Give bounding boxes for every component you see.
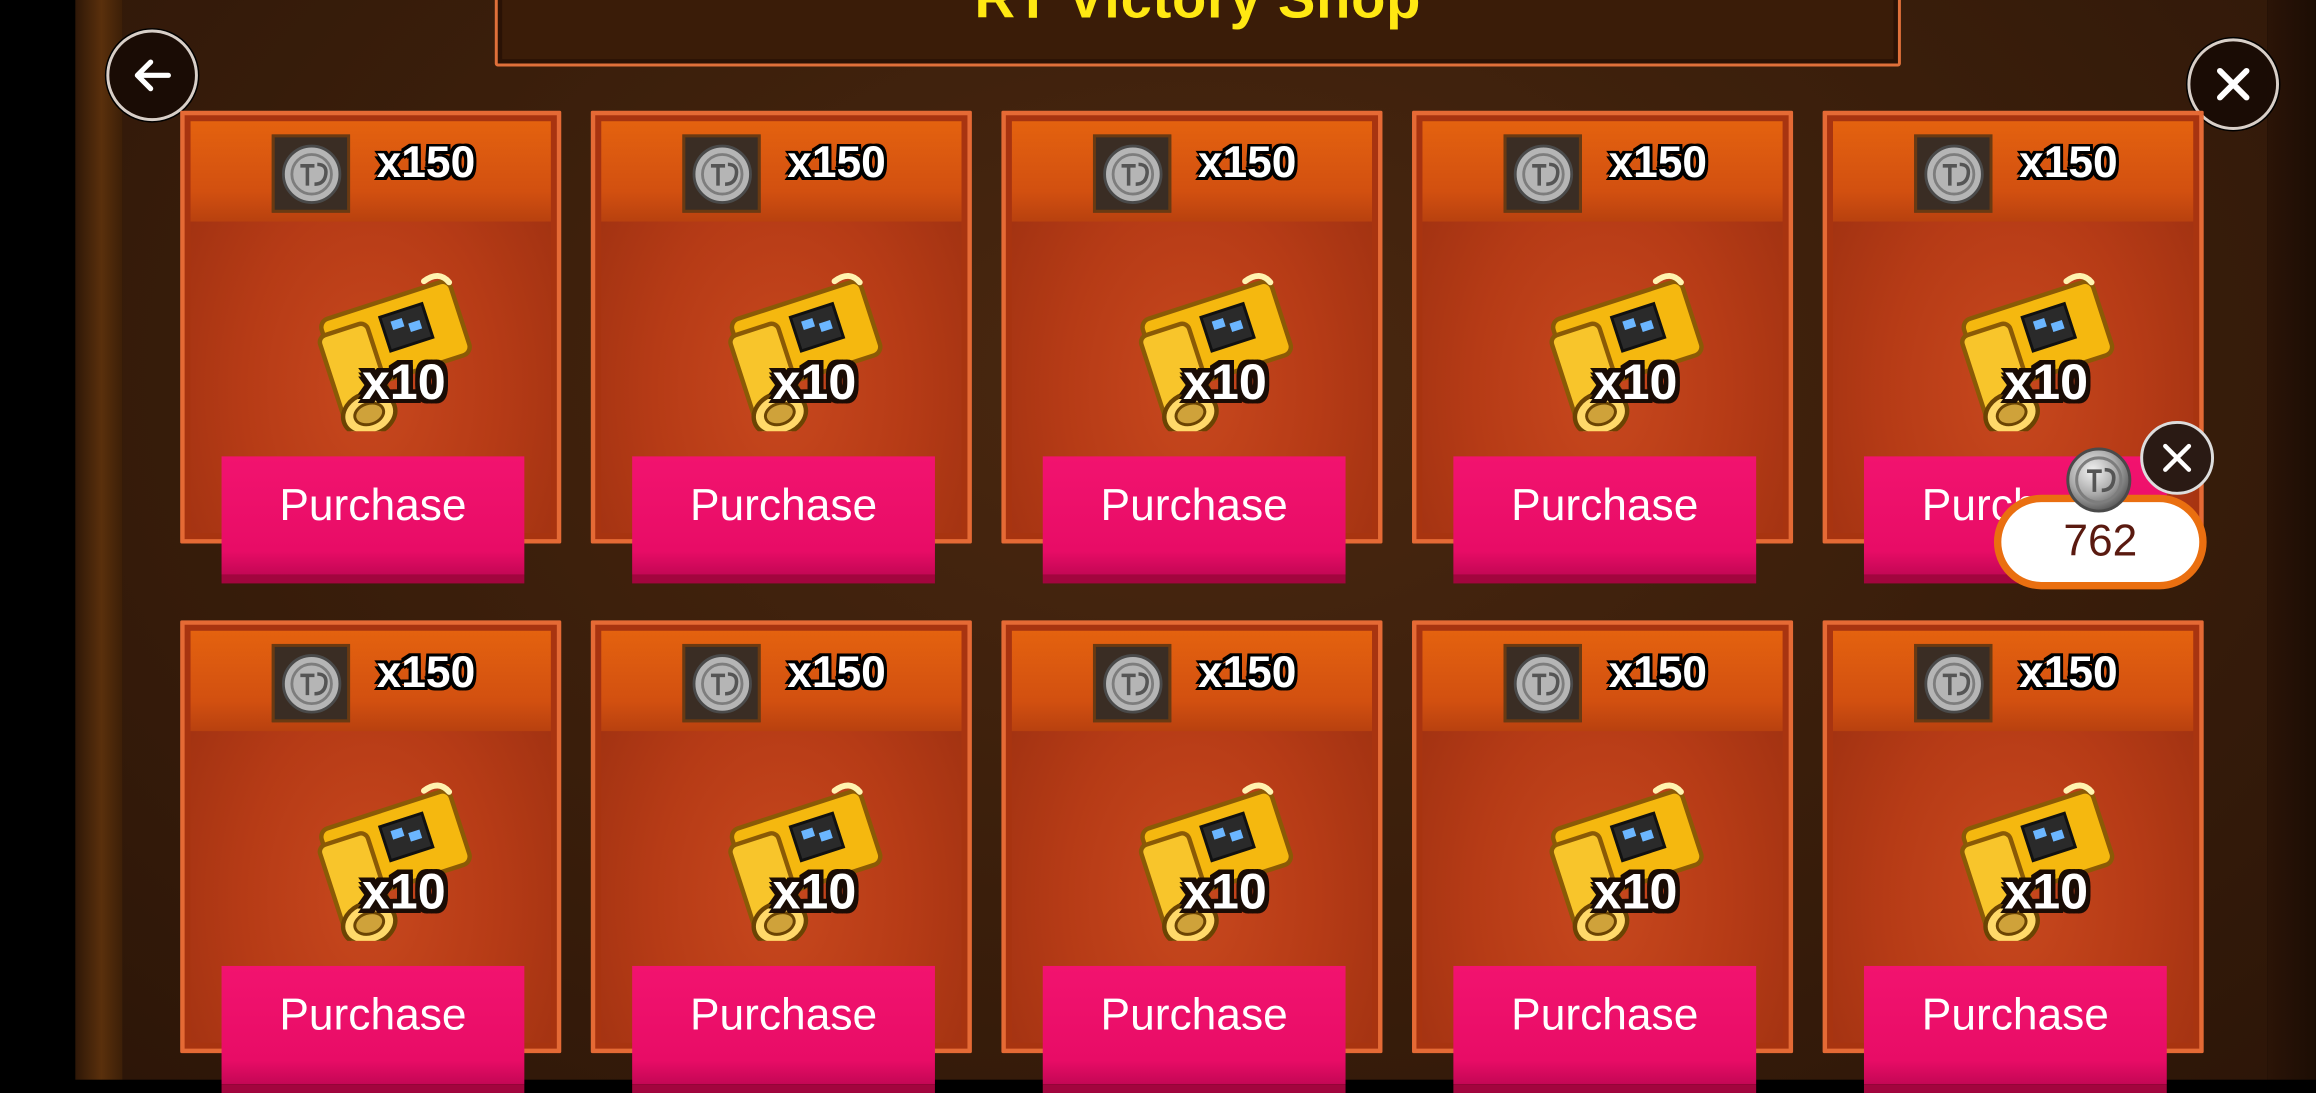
currency-amount: 762 xyxy=(2063,516,2138,566)
price-label: x150 xyxy=(376,648,476,698)
quantity-label: x10 xyxy=(2004,864,2089,921)
coin-slot xyxy=(682,134,761,213)
coin-icon xyxy=(1923,143,1984,204)
screen-edge xyxy=(0,0,76,1080)
quantity-label: x10 xyxy=(361,864,446,921)
quantity-label: x10 xyxy=(1593,354,1678,411)
close-icon xyxy=(2163,443,2192,472)
price-label: x150 xyxy=(1608,648,1708,698)
arrow-left-icon xyxy=(134,59,171,92)
quantity-label: x10 xyxy=(772,354,857,411)
price-label: x150 xyxy=(2019,648,2118,698)
price-label: x150 xyxy=(1608,138,1708,188)
coin-slot xyxy=(1914,134,1993,213)
title-plaque: RT Victory Shop xyxy=(494,0,1901,67)
coin-icon xyxy=(281,653,341,713)
shop-card-4: x150 x10 Purchase xyxy=(1412,110,1794,584)
shop-card-1: x150 x10 Purchase xyxy=(180,110,562,584)
card-price-band xyxy=(601,121,962,222)
purchase-button[interactable]: Purchase xyxy=(1042,965,1346,1093)
card-price-band xyxy=(190,630,551,732)
coin-slot xyxy=(1914,643,1993,723)
quantity-label: x10 xyxy=(2004,354,2089,411)
coin-icon xyxy=(1923,653,1984,713)
coin-icon xyxy=(2066,447,2132,513)
coin-icon xyxy=(1102,653,1162,713)
coin-slot xyxy=(682,643,761,723)
wood-frame xyxy=(75,0,123,1080)
game-screen: RT Victory Shop x150 x10 Purchase x150 x… xyxy=(0,0,2316,1093)
coin-slot xyxy=(1092,643,1172,723)
purchase-button[interactable]: Purchase xyxy=(221,456,525,584)
purchase-button[interactable]: Purchase xyxy=(632,456,935,584)
card-price-band xyxy=(1011,121,1373,222)
shop-card-6: x150 x10 Purchase xyxy=(180,620,562,1093)
card-price-band xyxy=(190,121,551,222)
coin-slot xyxy=(1503,134,1582,213)
shop-title: RT Victory Shop xyxy=(974,0,1422,32)
purchase-button[interactable]: Purchase xyxy=(632,965,935,1093)
price-label: x150 xyxy=(1197,648,1297,698)
quantity-label: x10 xyxy=(772,864,857,921)
shop-card-9: x150 x10 Purchase xyxy=(1412,620,1794,1093)
shop-card-3: x150 x10 Purchase xyxy=(1001,110,1383,584)
purchase-button[interactable]: Purchase xyxy=(1863,965,2167,1093)
coin-slot xyxy=(271,643,351,723)
coin-icon xyxy=(281,143,341,204)
quantity-label: x10 xyxy=(1183,864,1267,921)
coin-slot xyxy=(1092,134,1172,213)
currency-close-button[interactable] xyxy=(2140,420,2215,495)
quantity-label: x10 xyxy=(1183,354,1267,411)
card-price-band xyxy=(1422,121,1783,222)
coin-icon xyxy=(691,143,752,204)
price-label: x150 xyxy=(787,138,886,188)
card-price-band xyxy=(1011,630,1373,732)
purchase-button[interactable]: Purchase xyxy=(1042,456,1346,584)
card-price-band xyxy=(601,630,962,732)
purchase-button[interactable]: Purchase xyxy=(221,965,525,1093)
shop-card-7: x150 x10 Purchase xyxy=(590,620,972,1093)
quantity-label: x10 xyxy=(1593,864,1678,921)
card-price-band xyxy=(1832,630,2194,732)
shop-card-2: x150 x10 Purchase xyxy=(590,110,972,584)
panel-edge xyxy=(2267,0,2316,1080)
coin-icon xyxy=(1513,653,1573,713)
price-label: x150 xyxy=(787,648,886,698)
shop-card-10: x150 x10 Purchase xyxy=(1822,620,2204,1093)
coin-icon xyxy=(691,653,752,713)
card-price-band xyxy=(1422,630,1783,732)
price-label: x150 xyxy=(2019,138,2118,188)
shop-card-8: x150 x10 Purchase xyxy=(1001,620,1383,1093)
purchase-button[interactable]: Purchase xyxy=(1453,456,1757,584)
price-label: x150 xyxy=(1197,138,1297,188)
back-button[interactable] xyxy=(106,29,198,122)
card-price-band xyxy=(1832,121,2194,222)
coin-slot xyxy=(1503,643,1582,723)
price-label: x150 xyxy=(376,138,476,188)
quantity-label: x10 xyxy=(361,354,446,411)
close-icon xyxy=(2216,67,2250,101)
coin-slot xyxy=(271,134,351,213)
coin-icon xyxy=(1513,143,1573,204)
purchase-button[interactable]: Purchase xyxy=(1453,965,1757,1093)
coin-icon xyxy=(1102,143,1162,204)
